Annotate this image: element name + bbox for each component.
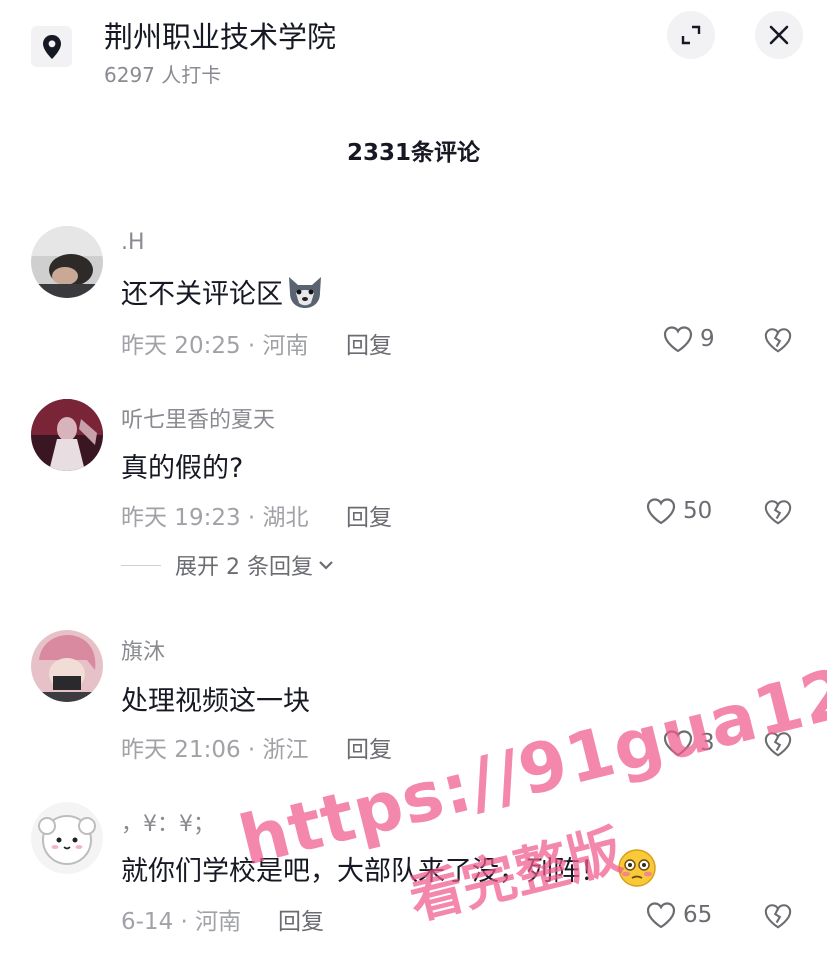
reply-button[interactable]: 回复 bbox=[346, 326, 392, 360]
location-pin-icon bbox=[31, 26, 72, 67]
comment-body: 处理视频这一块 bbox=[121, 686, 310, 717]
like-count: 3 bbox=[700, 730, 715, 756]
divider bbox=[121, 564, 161, 566]
heart-icon bbox=[646, 498, 676, 525]
comment-time-location: 昨天 19:23 · 湖北 bbox=[121, 505, 309, 531]
close-icon bbox=[769, 25, 789, 45]
comment-username[interactable]: 旗沐 bbox=[121, 634, 165, 666]
avatar[interactable] bbox=[31, 399, 103, 471]
comment-text: 还不关评论区 bbox=[121, 272, 325, 311]
reply-button[interactable]: 回复 bbox=[346, 730, 392, 764]
expand-button[interactable] bbox=[667, 11, 715, 59]
comment-text: 就你们学校是吧，大部队来了没，列阵！ bbox=[121, 848, 657, 888]
location-name[interactable]: 荆州职业技术学院 bbox=[104, 14, 336, 56]
avatar[interactable] bbox=[31, 226, 103, 298]
checkin-count: 6297 人打卡 bbox=[104, 63, 222, 87]
like-button[interactable]: 3 bbox=[662, 728, 715, 758]
like-count: 65 bbox=[683, 902, 713, 928]
comment-username[interactable]: 听七里香的夏天 bbox=[121, 402, 275, 434]
comment-username[interactable]: ，¥：¥； bbox=[121, 806, 215, 838]
comment-body: 真的假的? bbox=[121, 453, 244, 484]
comment-count: 2331条评论 bbox=[346, 140, 480, 166]
dislike-icon[interactable] bbox=[763, 729, 793, 759]
watermark-url: https://91gua12.com bbox=[232, 607, 827, 882]
flushed-face-emoji-icon bbox=[618, 849, 656, 887]
dislike-icon[interactable] bbox=[763, 901, 793, 931]
comment-body: 就你们学校是吧，大部队来了没，列阵！ bbox=[121, 855, 607, 887]
like-count: 50 bbox=[683, 498, 713, 524]
wolf-emoji-icon bbox=[289, 276, 321, 308]
comment-time-location: 6-14 · 河南 bbox=[121, 909, 242, 935]
comment-username[interactable]: .H bbox=[121, 230, 145, 255]
heart-icon bbox=[663, 326, 693, 353]
expand-icon bbox=[681, 25, 701, 45]
close-button[interactable] bbox=[755, 11, 803, 59]
dislike-icon[interactable] bbox=[763, 497, 793, 527]
heart-icon bbox=[646, 902, 676, 929]
chevron-down-icon bbox=[319, 561, 333, 570]
like-count: 9 bbox=[700, 326, 715, 352]
comment-text: 处理视频这一块 bbox=[121, 679, 310, 718]
heart-icon bbox=[663, 730, 693, 757]
expand-replies-label: 展开 2 条回复 bbox=[175, 555, 313, 580]
avatar[interactable] bbox=[31, 630, 103, 702]
avatar[interactable] bbox=[31, 802, 103, 874]
reply-button[interactable]: 回复 bbox=[346, 498, 392, 532]
comment-time-location: 昨天 21:06 · 浙江 bbox=[121, 737, 309, 763]
comment-text: 真的假的? bbox=[121, 446, 243, 485]
comment-body: 还不关评论区 bbox=[121, 279, 283, 310]
expand-replies-button[interactable]: 展开 2 条回复 bbox=[121, 549, 335, 581]
like-button[interactable]: 65 bbox=[645, 900, 712, 930]
dislike-icon[interactable] bbox=[763, 325, 793, 355]
comment-time-location: 昨天 20:25 · 河南 bbox=[121, 333, 309, 359]
like-button[interactable]: 50 bbox=[645, 496, 712, 526]
location-header: 荆州职业技术学院 6297 人打卡 bbox=[0, 0, 827, 100]
like-button[interactable]: 9 bbox=[662, 324, 715, 354]
reply-button[interactable]: 回复 bbox=[278, 902, 324, 936]
